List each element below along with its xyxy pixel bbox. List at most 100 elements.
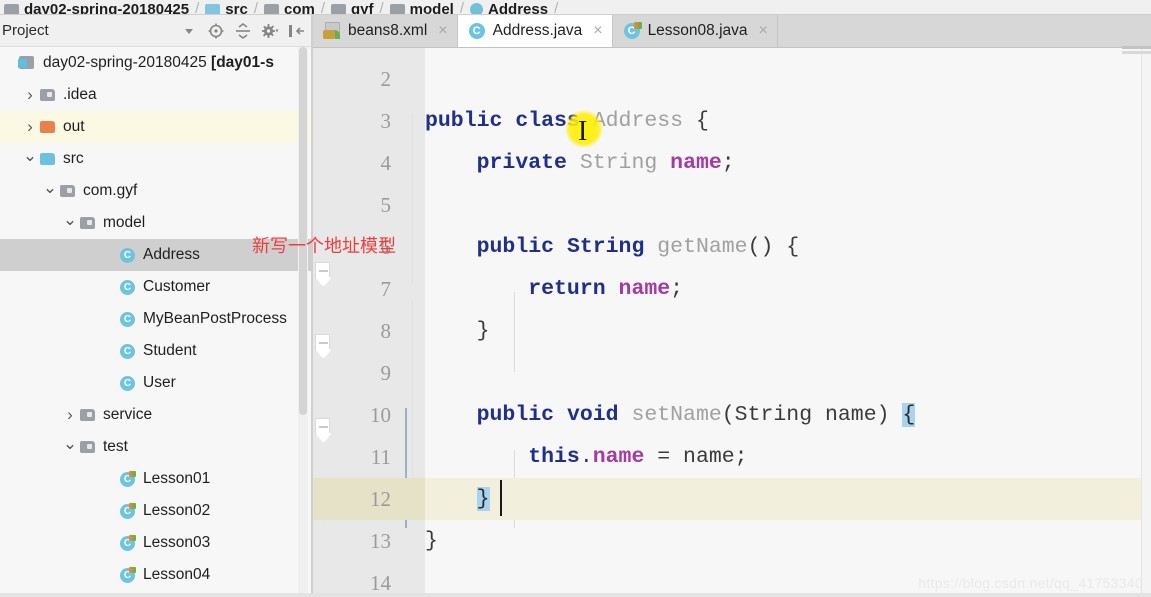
project-panel-title[interactable]: Project [0, 22, 49, 39]
line-number: 13 [370, 529, 391, 553]
code-token: void [566, 403, 619, 427]
code-token: private [476, 151, 567, 175]
class-letter: C [123, 282, 132, 293]
tree-toggle-open-icon[interactable] [62, 437, 78, 457]
collapse-all-icon[interactable] [234, 22, 252, 40]
code-token: } [476, 487, 490, 511]
tree-item-customer[interactable]: C Customer [0, 271, 312, 303]
folder-blue-icon [38, 151, 57, 167]
tree-toggle-open-icon[interactable] [62, 213, 78, 233]
tree-toggle-closed-icon[interactable] [62, 405, 78, 425]
code-token: public [476, 235, 555, 259]
tab-close-icon[interactable]: × [759, 22, 768, 40]
editor-right-gutter[interactable] [1141, 48, 1151, 597]
code-token: name [592, 445, 645, 469]
code-token: getName [657, 235, 748, 259]
java-class-icon: C [118, 247, 137, 263]
breadcrumb-label: src [225, 1, 248, 15]
tree-item-src[interactable]: src [0, 143, 312, 175]
breadcrumb-item-gyf[interactable]: gyf [331, 1, 374, 14]
locate-target-icon[interactable] [207, 22, 225, 40]
breadcrumb-item-src[interactable]: src [205, 1, 248, 15]
tree-item-test[interactable]: test [0, 431, 312, 463]
tree-item-idea[interactable]: .idea [0, 79, 312, 111]
line-number: 2 [380, 67, 392, 91]
horizontal-scrollbar-top[interactable] [1122, 46, 1151, 49]
code-line[interactable]: return name; [425, 268, 683, 310]
tree-item-lesson03[interactable]: C Lesson03 [0, 527, 312, 559]
tree-item-lesson01[interactable]: C Lesson01 [0, 463, 312, 495]
breadcrumb-item-project[interactable]: day02-spring-20180425 [4, 1, 190, 15]
hide-panel-icon[interactable] [288, 22, 306, 40]
tree-item-service[interactable]: service [0, 399, 312, 431]
code-line[interactable]: } [425, 478, 490, 520]
java-class-icon: C [118, 279, 137, 295]
tree-item-label: out [63, 118, 85, 135]
tree-item-label: Lesson01 [143, 470, 211, 487]
line-number: 8 [380, 319, 392, 343]
tree-item-student[interactable]: C Student [0, 335, 312, 367]
tree-item-mybeanpostprocess[interactable]: C MyBeanPostProcess [0, 303, 312, 335]
tree-toggle-open-icon[interactable] [22, 149, 38, 169]
tree-item-user[interactable]: C User [0, 367, 312, 399]
tree-item-com-gyf[interactable]: com.gyf [0, 175, 312, 207]
code-line[interactable]: public void setName(String name) { [425, 394, 916, 436]
tab-lesson08-java[interactable]: C Lesson08.java × [612, 15, 778, 47]
class-letter: C [123, 474, 132, 485]
folder-gray-icon [263, 3, 279, 14]
line-number: 11 [370, 445, 391, 469]
mouse-ibeam-cursor: I [578, 116, 588, 147]
tree-toggle-open-icon[interactable] [42, 181, 58, 201]
class-letter: C [123, 570, 132, 581]
tree-item-day02-spring-20180425-day01-s[interactable]: day02-spring-20180425 [day01-s [0, 47, 312, 79]
tree-item-lesson04[interactable]: C Lesson04 [0, 559, 312, 591]
code-line[interactable]: } [425, 520, 438, 562]
tree-toggle-closed-icon[interactable] [22, 117, 38, 137]
tab-close-icon[interactable]: × [593, 22, 602, 40]
code-line[interactable]: public class Address { [425, 100, 709, 142]
project-panel-header: Project [0, 15, 312, 47]
horizontal-scrollbar-top-2[interactable] [1122, 51, 1151, 54]
code-line[interactable]: public String getName() { [425, 226, 800, 268]
tab-beans8-xml[interactable]: beans8.xml × [313, 15, 458, 47]
tab-close-icon[interactable]: × [438, 22, 447, 40]
line-number: 12 [370, 487, 391, 511]
code-token: = name; [644, 445, 748, 469]
project-tree[interactable]: day02-spring-20180425 [day01-s .idea out sr… [0, 47, 312, 597]
java-test-class-icon: C [118, 535, 137, 551]
code-line[interactable]: this.name = name; [425, 436, 748, 478]
code-line[interactable]: private String name; [425, 142, 735, 184]
tree-item-lesson02[interactable]: C Lesson02 [0, 495, 312, 527]
breadcrumb-item-model[interactable]: model [389, 1, 454, 14]
tree-toggle-closed-icon[interactable] [22, 85, 38, 105]
breadcrumb-item-address[interactable]: Address [470, 1, 548, 14]
sidebar-scrollbar-thumb[interactable] [299, 47, 307, 415]
breadcrumb-item-com[interactable]: com [263, 1, 315, 14]
breadcrumb-label: day02-spring-20180425 [24, 1, 190, 15]
java-class-icon: C [118, 343, 137, 359]
settings-gear-icon[interactable] [261, 22, 279, 40]
java-class-icon: C [118, 375, 137, 391]
view-mode-dropdown-icon[interactable] [180, 22, 198, 40]
window-bottom-edge [0, 593, 1151, 597]
annotation-text: 新写一个地址模型 [252, 236, 396, 257]
breadcrumb-separator: / [195, 0, 200, 15]
tab-address-java[interactable]: C Address.java × [457, 15, 613, 47]
line-number: 3 [380, 109, 392, 133]
code-line[interactable]: } [425, 310, 490, 352]
folder-blue-icon [205, 3, 221, 14]
tree-item-label: User [143, 374, 176, 391]
code-token: return [528, 277, 606, 301]
tree-item-out[interactable]: out [0, 111, 312, 143]
code-token: { [902, 403, 916, 427]
tree-item-label: MyBeanPostProcess [143, 310, 287, 327]
code-token: class [515, 109, 580, 133]
code-editor[interactable]: 2 3 public class Address {4 private String… [313, 48, 1151, 597]
tree-item-label: Student [143, 342, 197, 359]
tree-item-label: model [103, 214, 146, 231]
class-letter: C [123, 346, 132, 357]
